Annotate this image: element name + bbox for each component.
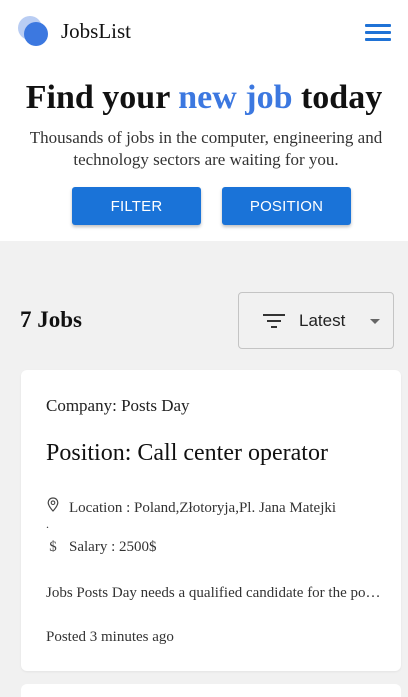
position-button[interactable]: POSITION (222, 187, 351, 225)
filter-button[interactable]: FILTER (72, 187, 201, 225)
job-location-text: Location : Poland,Złotoryja,Pl. Jana Mat… (69, 500, 337, 516)
job-location: Location : Poland,Złotoryja,Pl. Jana Mat… (46, 497, 376, 517)
navbar: JobsList (0, 0, 408, 64)
location-dot: . (46, 517, 49, 531)
job-description: Jobs Posts Day needs a qualified candida… (46, 585, 381, 601)
job-card-partial[interactable] (21, 684, 401, 697)
logo-circle-front (24, 22, 48, 46)
header-section: JobsList Find your new job today Thousan… (0, 0, 408, 241)
job-card[interactable]: Company: Posts Day Position: Call center… (21, 370, 401, 671)
job-salary-text: Salary : 2500$ (69, 539, 157, 555)
hero-title-before: Find your (25, 79, 179, 116)
logo-icon[interactable] (18, 16, 50, 48)
job-company: Company: Posts Day (46, 396, 190, 415)
sort-select[interactable]: Latest (238, 292, 394, 349)
brand-name[interactable]: JobsList (61, 19, 131, 44)
filter-lines-icon (263, 314, 285, 328)
location-pin-icon (46, 497, 60, 517)
job-salary: $ Salary : 2500$ (46, 539, 376, 556)
menu-line (365, 24, 391, 27)
chevron-down-icon (370, 319, 380, 324)
hamburger-menu-icon[interactable] (365, 22, 392, 42)
job-position[interactable]: Position: Call center operator (46, 440, 328, 467)
menu-line (365, 38, 391, 41)
job-posted-time: Posted 3 minutes ago (46, 629, 174, 645)
menu-line (365, 31, 391, 34)
dollar-icon: $ (49, 539, 57, 555)
hero-title: Find your new job today (0, 79, 408, 117)
hero-title-after: today (292, 79, 383, 116)
hero-subtitle: Thousands of jobs in the computer, engin… (29, 128, 383, 169)
sort-value: Latest (299, 311, 346, 330)
jobs-count: 7 Jobs (20, 307, 82, 332)
hero-title-accent: new job (178, 79, 293, 116)
